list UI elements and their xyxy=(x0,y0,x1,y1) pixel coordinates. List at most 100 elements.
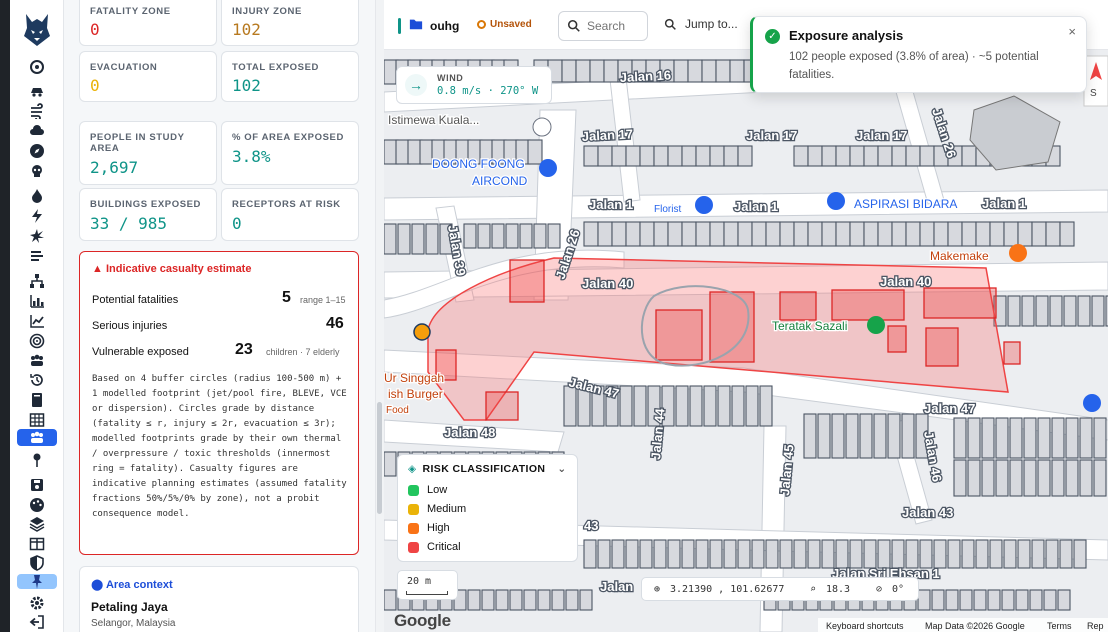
exposed-building xyxy=(485,391,519,421)
split-view-icon[interactable] xyxy=(27,534,47,554)
building-footprint xyxy=(919,539,933,569)
skull-icon[interactable] xyxy=(27,161,47,181)
table-icon[interactable] xyxy=(27,410,47,430)
save-icon[interactable] xyxy=(27,475,47,495)
building-footprint xyxy=(519,223,533,249)
scale-bar: 20 m xyxy=(397,570,458,600)
evacuation-card: EVACUATION 0 xyxy=(79,51,217,102)
building-footprint xyxy=(1007,295,1021,327)
building-footprint xyxy=(891,221,907,247)
sign-out-icon[interactable] xyxy=(27,612,47,632)
building-footprint xyxy=(495,589,509,611)
wind-icon[interactable] xyxy=(27,101,47,121)
building-footprint xyxy=(1051,417,1065,459)
stat-value: 0 xyxy=(90,20,100,39)
building-footprint xyxy=(695,221,711,247)
jump-to-label: Jump to... xyxy=(685,17,738,31)
book-icon[interactable] xyxy=(27,390,47,410)
panel-scroll-thumb[interactable] xyxy=(377,402,382,514)
building-footprint xyxy=(831,413,845,459)
stat-label: RECEPTORS AT RISK xyxy=(232,199,341,210)
close-icon[interactable]: × xyxy=(1068,24,1076,39)
population-layer-icon[interactable] xyxy=(17,429,57,446)
street-label: Jalan 17 xyxy=(581,126,633,144)
pin-icon[interactable] xyxy=(27,450,47,470)
bolt-icon[interactable] xyxy=(27,206,47,226)
building-footprint xyxy=(625,539,639,569)
building-footprint xyxy=(1077,295,1091,327)
building-footprint xyxy=(411,223,425,255)
shield-icon[interactable] xyxy=(27,553,47,573)
terms-link[interactable]: Terms xyxy=(1047,621,1072,631)
search-input[interactable] xyxy=(587,19,645,33)
building-footprint xyxy=(583,539,597,569)
building-footprint xyxy=(835,539,849,569)
hierarchy-icon[interactable] xyxy=(27,271,47,291)
toast-title: Exposure analysis xyxy=(789,28,904,43)
jump-to-button[interactable]: Jump to... xyxy=(664,17,738,31)
fire-icon[interactable] xyxy=(27,186,47,206)
building-footprint xyxy=(695,539,709,569)
bullseye-icon[interactable] xyxy=(27,331,47,351)
building-footprint xyxy=(397,223,411,255)
building-footprint xyxy=(931,589,945,611)
building-footprint xyxy=(919,145,935,167)
bar-chart-icon[interactable] xyxy=(27,291,47,311)
building-footprint xyxy=(653,539,667,569)
project-name[interactable]: ouhg xyxy=(430,19,459,33)
pushpin-icon[interactable] xyxy=(17,574,57,589)
panel-scrollbar[interactable] xyxy=(375,0,384,632)
building-footprint xyxy=(1031,539,1045,569)
legend-header[interactable]: ◈ RISK CLASSIFICATION ⌄ xyxy=(408,463,567,475)
wind-widget[interactable]: → WIND 0.8 m/s · 270° W xyxy=(396,66,552,104)
stat-label: INJURY ZONE xyxy=(232,6,302,17)
exposed-building xyxy=(923,287,997,319)
row-value: 46 xyxy=(326,315,344,332)
compass-icon[interactable] xyxy=(27,141,47,161)
wind-direction-arrow-icon: → xyxy=(405,74,427,96)
building-footprint xyxy=(1023,417,1037,459)
casualty-header: ▲ Indicative casualty estimate xyxy=(92,263,251,275)
casualty-estimate-card: ▲ Indicative casualty estimate Potential… xyxy=(79,251,359,555)
report-link[interactable]: Rep xyxy=(1087,621,1104,631)
people-group-icon[interactable] xyxy=(27,351,47,371)
dispersion-icon[interactable] xyxy=(27,246,47,266)
explosion-icon[interactable] xyxy=(27,226,47,246)
building-footprint xyxy=(709,145,725,167)
latlng-value: 3.21390 , 101.62677 xyxy=(670,584,785,595)
area-exposed-card: % OF AREA EXPOSED 3.8% xyxy=(221,121,359,185)
palette-icon[interactable] xyxy=(27,495,47,515)
stat-label: FATALITY ZONE xyxy=(90,6,171,17)
vehicle-icon[interactable] xyxy=(27,81,47,101)
poi-label: ish Burger xyxy=(388,387,443,401)
building-footprint xyxy=(1017,221,1033,247)
building-footprint xyxy=(877,145,893,167)
building-footprint xyxy=(803,413,817,459)
building-footprint xyxy=(701,59,717,83)
layers-icon: ◈ xyxy=(408,463,417,475)
line-chart-icon[interactable] xyxy=(27,311,47,331)
search-box[interactable] xyxy=(558,11,648,41)
risk-legend[interactable]: ◈ RISK CLASSIFICATION ⌄ Low Medium High … xyxy=(397,454,578,562)
exposed-building xyxy=(779,291,817,321)
cloud-icon[interactable] xyxy=(27,121,47,141)
stat-value: 3.8% xyxy=(232,147,271,166)
target-icon[interactable] xyxy=(27,57,47,77)
layers-icon[interactable] xyxy=(27,514,47,534)
building-footprint xyxy=(551,589,565,611)
building-footprint xyxy=(1079,417,1093,459)
crosshair-icon: ⊕ xyxy=(654,584,661,595)
gear-icon[interactable] xyxy=(27,593,47,613)
history-icon[interactable] xyxy=(27,370,47,390)
building-footprint xyxy=(547,223,561,249)
building-footprint xyxy=(1091,295,1105,327)
building-footprint xyxy=(463,223,477,249)
building-footprint xyxy=(1065,459,1079,497)
keyboard-shortcuts-link[interactable]: Keyboard shortcuts xyxy=(826,621,904,631)
building-footprint xyxy=(597,145,613,167)
building-footprint xyxy=(1057,589,1071,611)
building-footprint xyxy=(563,385,577,427)
poi-label: ASPIRASI BIDARA xyxy=(854,197,957,211)
building-footprint xyxy=(703,385,717,427)
street-label: Jalan 17 xyxy=(856,128,907,143)
